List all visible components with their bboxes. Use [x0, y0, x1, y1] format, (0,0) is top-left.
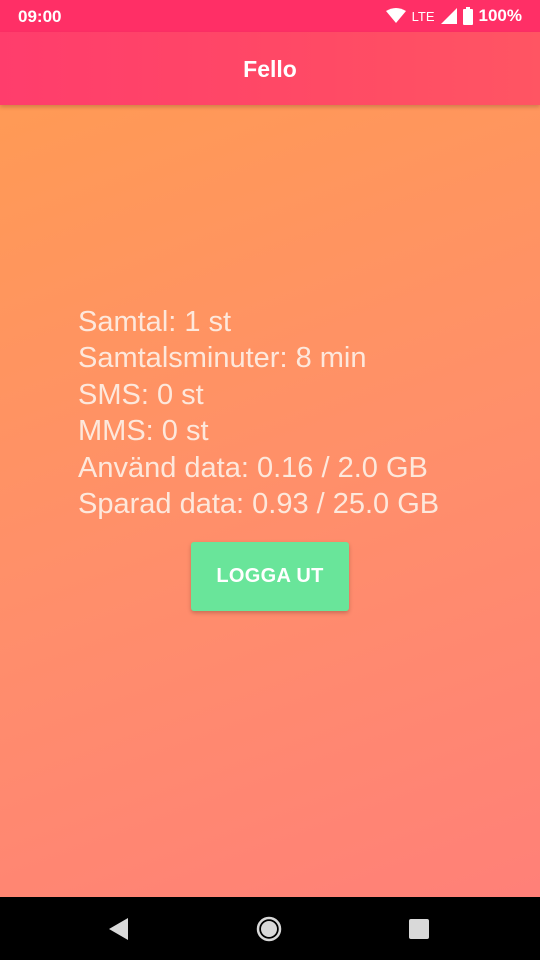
signal-icon — [440, 8, 457, 24]
calls-stat: Samtal: 1 st — [78, 306, 232, 338]
battery-level: 100% — [478, 6, 522, 25]
logout-button[interactable]: LOGGA UT — [191, 542, 349, 611]
app-bar: Fello — [0, 32, 540, 105]
mms-stat: MMS: 0 st — [78, 415, 209, 448]
used-data-stat: Använd data: 0.16 / 2.0 GB — [78, 451, 428, 484]
saved-data-stat: Sparad data: 0.93 / 25.0 GB — [78, 488, 440, 521]
back-button[interactable] — [79, 897, 159, 960]
usage-stats: Samtal: 1 st Samtalsminuter: 8 min SMS: … — [78, 304, 439, 522]
wifi-icon — [385, 8, 406, 23]
recents-button[interactable] — [379, 897, 459, 960]
network-type: LTE — [411, 8, 435, 24]
main-content: Samtal: 1 st Samtalsminuter: 8 min SMS: … — [0, 105, 540, 897]
home-icon — [256, 916, 282, 941]
app-title: Fello — [243, 56, 297, 82]
home-button[interactable] — [229, 897, 309, 960]
status-time: 09:00 — [18, 7, 62, 26]
status-bar: 09:00 LTE 100% — [0, 0, 540, 32]
recents-icon — [409, 918, 429, 939]
battery-icon — [462, 7, 473, 25]
call-minutes-stat: Samtalsminuter: 8 min — [78, 342, 367, 375]
sms-stat: SMS: 0 st — [78, 378, 204, 411]
back-icon — [109, 917, 128, 940]
navigation-bar — [0, 897, 540, 960]
status-icons: LTE 100% — [385, 6, 522, 26]
